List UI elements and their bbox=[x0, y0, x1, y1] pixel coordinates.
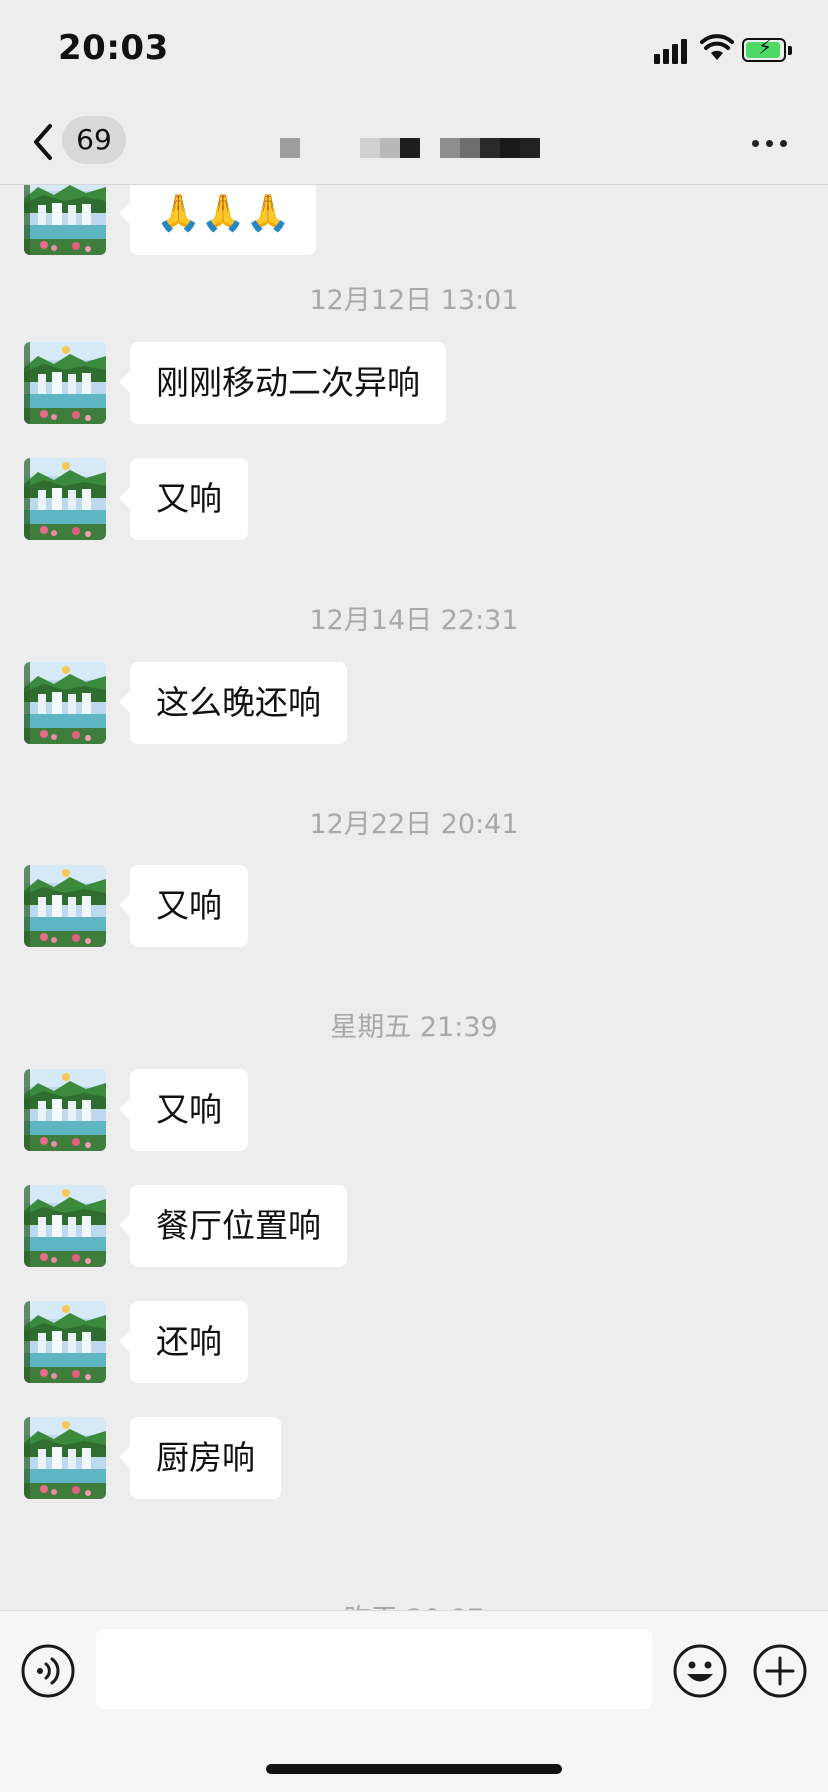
nav-bar: 69 bbox=[0, 100, 828, 185]
avatar[interactable] bbox=[24, 458, 106, 540]
voice-icon[interactable] bbox=[20, 1643, 76, 1699]
timestamp: 12月12日 13:01 bbox=[309, 285, 519, 316]
message-bubble[interactable]: 又响 bbox=[119, 1069, 248, 1151]
emoji-icon[interactable] bbox=[672, 1643, 728, 1699]
avatar[interactable] bbox=[24, 1069, 106, 1151]
timestamp: 星期五 21:39 bbox=[330, 1012, 498, 1043]
message-bubble[interactable]: 刚刚移动二次异响 bbox=[119, 342, 446, 424]
message-list[interactable]: 🙏🙏🙏 12月12日 13:01 刚刚移动二次异响 又响 12月14日 22:3… bbox=[0, 185, 828, 1610]
wifi-icon bbox=[700, 34, 734, 60]
unread-count-badge[interactable]: 69 bbox=[62, 116, 126, 164]
status-time: 20:03 bbox=[58, 28, 169, 68]
cellular-signal-icon bbox=[654, 38, 688, 64]
avatar[interactable] bbox=[24, 865, 106, 947]
message-bubble[interactable]: 厨房响 bbox=[119, 1417, 281, 1499]
avatar[interactable] bbox=[24, 342, 106, 424]
message-bubble[interactable]: 这么晚还响 bbox=[119, 662, 347, 744]
status-bar: 20:03 ⚡ bbox=[0, 0, 828, 100]
avatar[interactable] bbox=[24, 1301, 106, 1383]
avatar[interactable] bbox=[24, 185, 106, 255]
battery-cap bbox=[788, 46, 792, 55]
message-bubble[interactable]: 餐厅位置响 bbox=[119, 1185, 347, 1267]
avatar[interactable] bbox=[24, 1417, 106, 1499]
timestamp: 12月14日 22:31 bbox=[309, 605, 519, 636]
charging-bolt-icon: ⚡ bbox=[758, 35, 773, 59]
home-indicator[interactable] bbox=[266, 1764, 562, 1774]
chevron-left-icon[interactable] bbox=[28, 120, 58, 164]
more-dots-icon[interactable] bbox=[750, 128, 790, 158]
message-bubble[interactable]: 又响 bbox=[119, 865, 248, 947]
plus-icon[interactable] bbox=[752, 1643, 808, 1699]
timestamp: 昨天 20:07 bbox=[0, 1597, 828, 1610]
message-bubble[interactable]: 还响 bbox=[119, 1301, 248, 1383]
timestamp: 12月22日 20:41 bbox=[309, 809, 519, 840]
message-bubble[interactable]: 又响 bbox=[119, 458, 248, 540]
avatar[interactable] bbox=[24, 1185, 106, 1267]
chat-screen: 20:03 ⚡ 69 🙏🙏🙏 12月12日 13:01 刚刚移动二次异响 又响 … bbox=[0, 0, 828, 1792]
message-bubble[interactable]: 🙏🙏🙏 bbox=[118, 185, 317, 255]
message-input[interactable] bbox=[96, 1629, 652, 1709]
avatar[interactable] bbox=[24, 662, 106, 744]
